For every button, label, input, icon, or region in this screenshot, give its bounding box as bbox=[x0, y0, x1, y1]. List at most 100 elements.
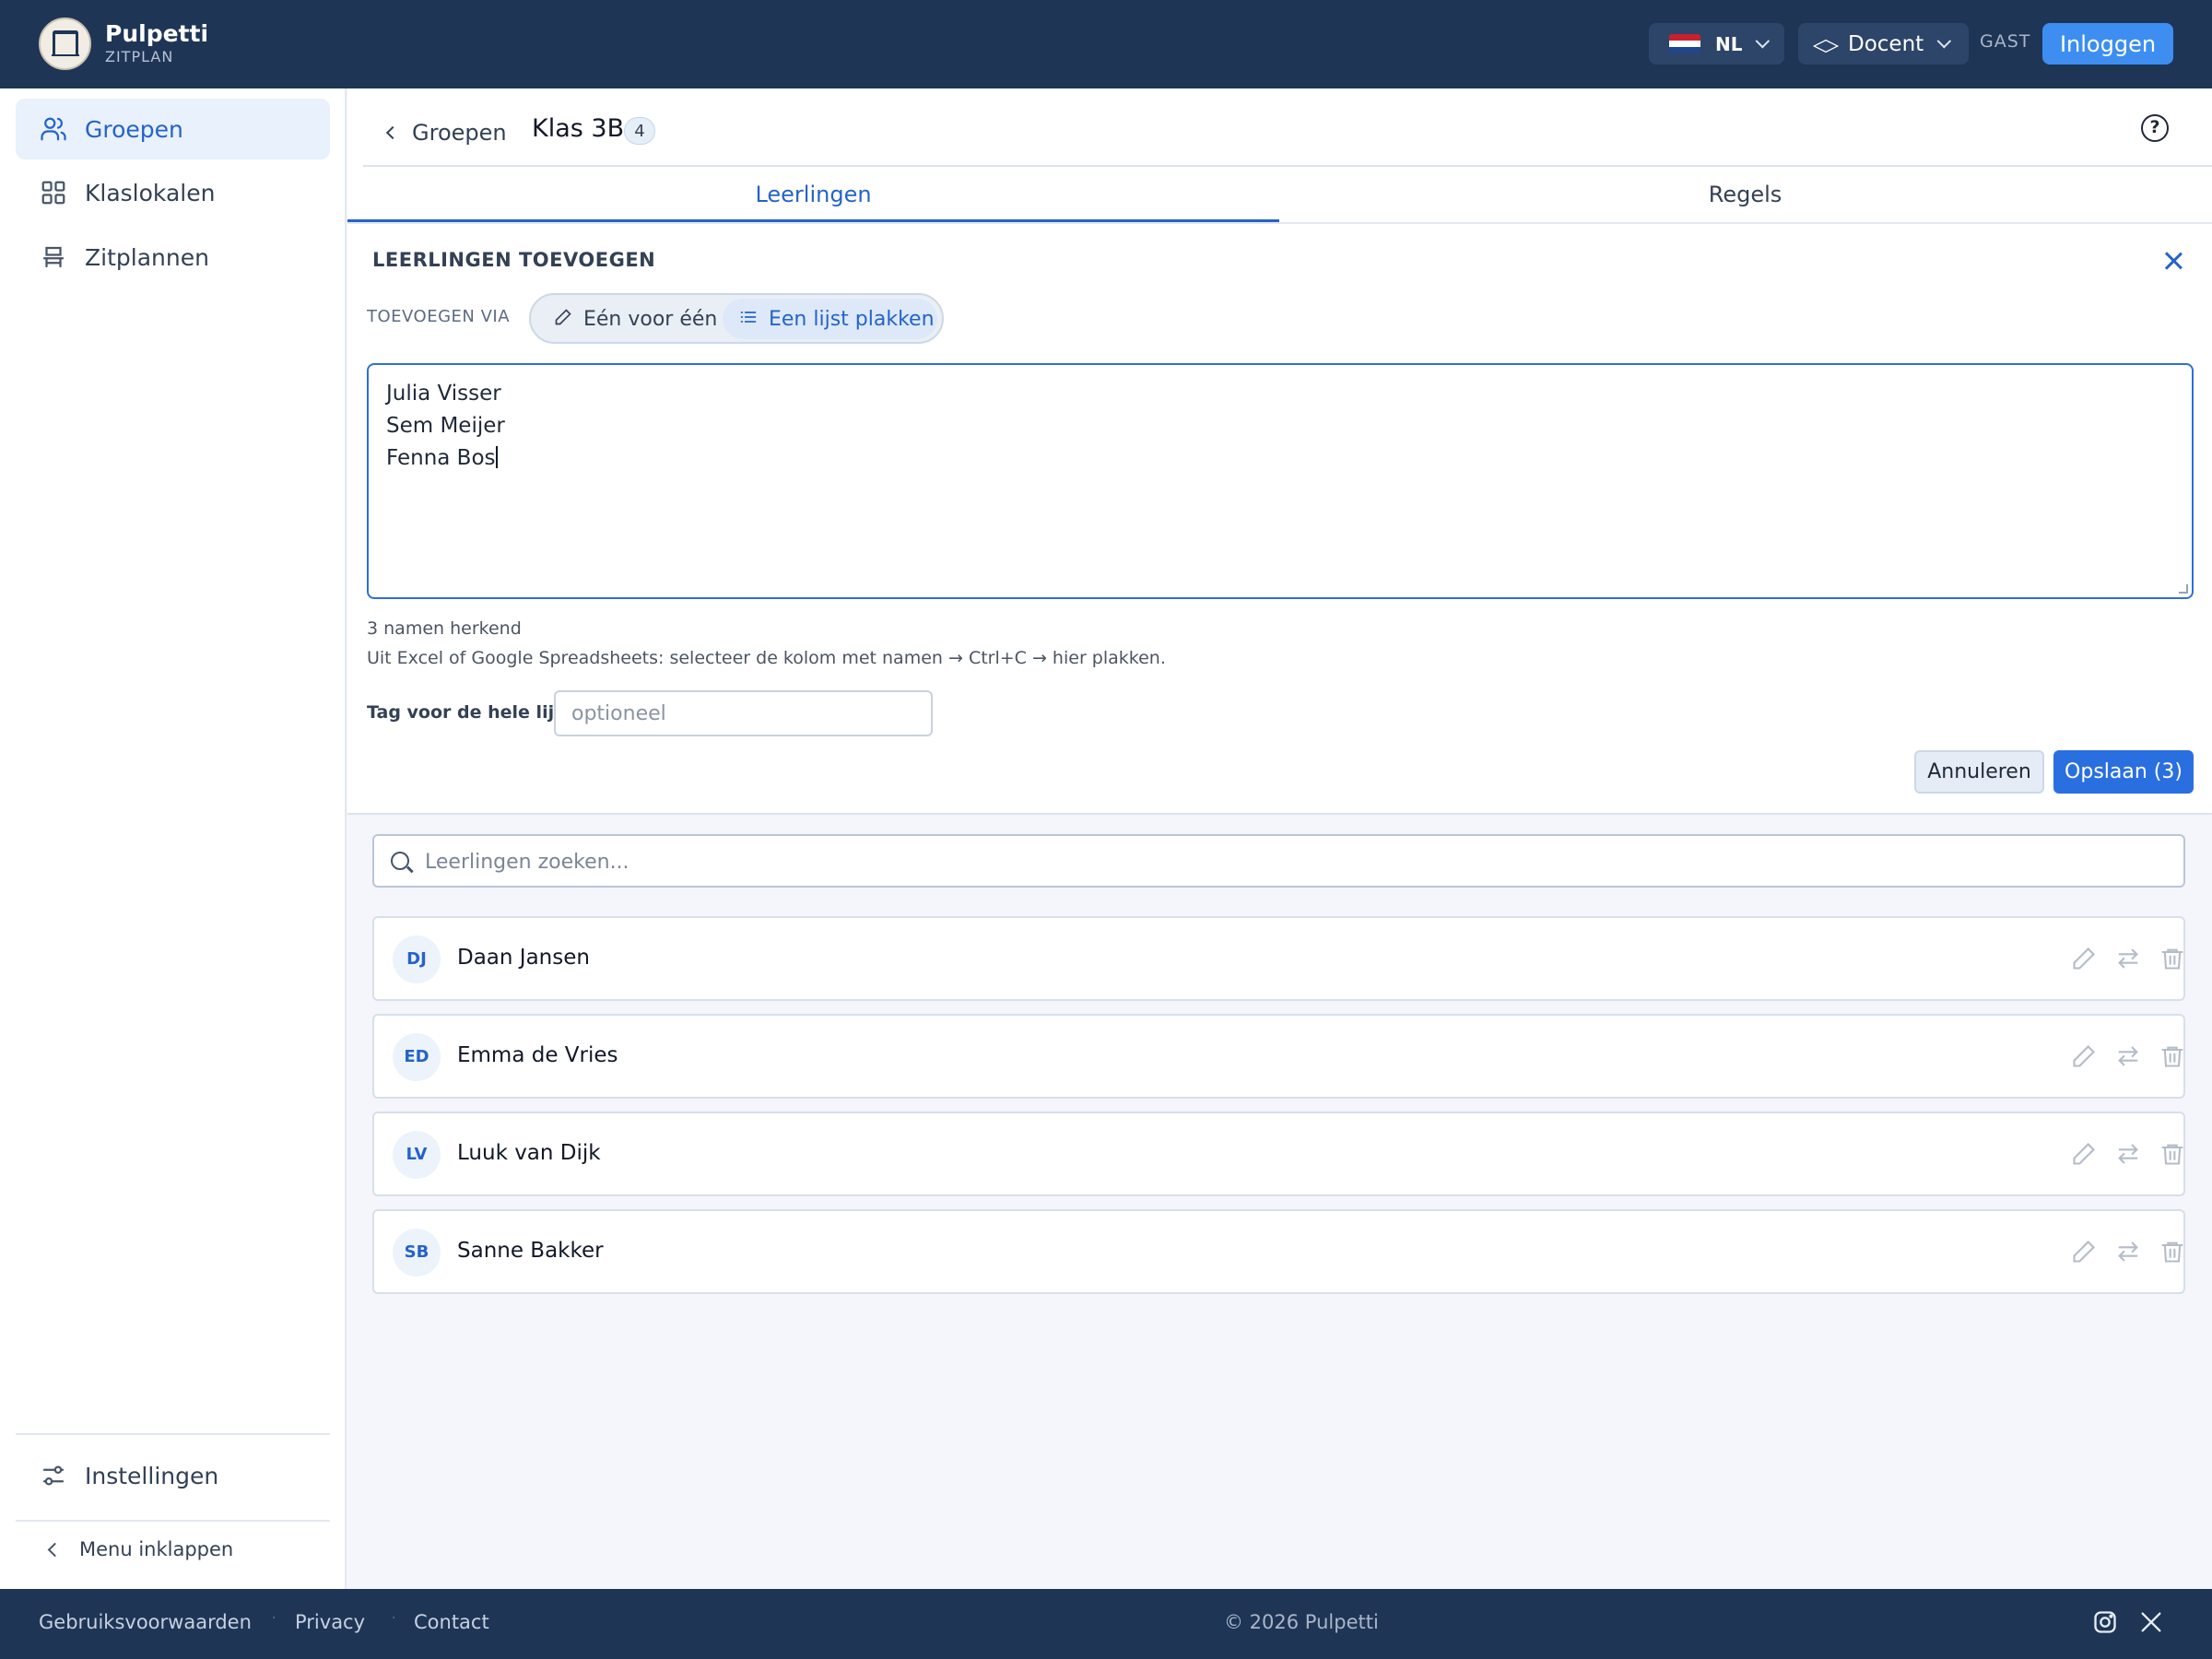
edit-pencil-icon[interactable] bbox=[2071, 1141, 2097, 1167]
brand-subtitle: ZITPLAN bbox=[105, 48, 174, 65]
contact-link[interactable]: Contact bbox=[414, 1611, 489, 1633]
edit-pencil-icon[interactable] bbox=[2071, 946, 2097, 971]
student-search bbox=[372, 834, 2185, 888]
collapse-menu-button[interactable]: Menu inklappen bbox=[16, 1526, 330, 1572]
sidebar-item-groepen[interactable]: Groepen bbox=[16, 99, 330, 159]
help-icon[interactable]: ? bbox=[2141, 114, 2169, 142]
brand-logo[interactable] bbox=[39, 18, 91, 70]
footer-separator: · bbox=[392, 1611, 396, 1626]
pasted-name-line: Fenna Bos bbox=[386, 446, 496, 470]
student-name: Emma de Vries bbox=[457, 1043, 618, 1067]
chevron-down-icon bbox=[1756, 33, 1771, 49]
instagram-icon[interactable] bbox=[2092, 1609, 2118, 1635]
chevron-down-icon bbox=[1936, 33, 1952, 49]
sidebar-item-label: Klaslokalen bbox=[85, 179, 216, 206]
trash-icon[interactable] bbox=[2159, 946, 2185, 971]
top-bar: Pulpetti ZITPLAN NL Docent GAST Inloggen bbox=[0, 0, 2212, 88]
privacy-link[interactable]: Privacy bbox=[295, 1611, 365, 1633]
tag-label: Tag voor de hele lijst bbox=[367, 702, 573, 723]
close-icon[interactable] bbox=[2163, 251, 2183, 271]
x-icon[interactable] bbox=[2138, 1609, 2164, 1635]
graduation-cap-icon bbox=[1815, 37, 1837, 52]
language-selector[interactable]: NL bbox=[1649, 23, 1784, 65]
active-tab-indicator bbox=[347, 219, 1279, 222]
sidebar-item-instellingen[interactable]: Instellingen bbox=[16, 1445, 330, 1506]
trash-icon[interactable] bbox=[2159, 1043, 2185, 1069]
role-label: Docent bbox=[1848, 31, 1924, 56]
mode-single-label: Eén voor één bbox=[583, 307, 718, 331]
users-icon bbox=[41, 117, 66, 141]
student-row[interactable]: LV Luuk van Dijk bbox=[372, 1112, 2185, 1196]
list-icon bbox=[739, 308, 758, 331]
cancel-button[interactable]: Annuleren bbox=[1914, 750, 2044, 794]
paste-hint: Uit Excel of Google Spreadsheets: select… bbox=[367, 648, 1166, 668]
pasted-name-line: Julia Visser bbox=[386, 382, 501, 406]
grid-icon bbox=[41, 181, 65, 205]
search-icon bbox=[391, 852, 409, 870]
sidebar: Groepen Klaslokalen Zitplannen Instellin… bbox=[0, 88, 347, 1589]
group-panel: Groepen Klas 3B 4 ? Leerlingen Regels LE… bbox=[347, 88, 2212, 815]
sidebar-divider bbox=[16, 1433, 330, 1435]
edit-pencil-icon[interactable] bbox=[2071, 1239, 2097, 1265]
collapse-menu-label: Menu inklappen bbox=[79, 1538, 234, 1560]
avatar: SB bbox=[393, 1229, 441, 1277]
login-button[interactable]: Inloggen bbox=[2042, 23, 2173, 65]
sidebar-item-label: Instellingen bbox=[85, 1462, 219, 1489]
footer: Gebruiksvoorwaarden · Privacy · Contact … bbox=[0, 1589, 2212, 1659]
avatar: ED bbox=[393, 1033, 441, 1081]
student-row[interactable]: ED Emma de Vries bbox=[372, 1014, 2185, 1099]
edit-pencil-icon[interactable] bbox=[2071, 1043, 2097, 1069]
copyright: © 2026 Pulpetti bbox=[1224, 1611, 1379, 1633]
save-button[interactable]: Opslaan (3) bbox=[2053, 750, 2194, 794]
sidebar-divider bbox=[16, 1520, 330, 1522]
divider bbox=[347, 222, 2212, 224]
mode-paste-list-button[interactable]: Een lijst plakken bbox=[723, 299, 937, 339]
role-selector[interactable]: Docent bbox=[1798, 23, 1969, 65]
avatar: DJ bbox=[393, 935, 441, 983]
avatar: LV bbox=[393, 1131, 441, 1179]
add-students-title: LEERLINGEN TOEVOEGEN bbox=[372, 249, 656, 271]
trash-icon[interactable] bbox=[2159, 1239, 2185, 1265]
search-input[interactable] bbox=[425, 845, 2167, 878]
footer-separator: · bbox=[272, 1611, 276, 1626]
terms-link[interactable]: Gebruiksvoorwaarden bbox=[39, 1611, 252, 1633]
page-title: Klas 3B bbox=[532, 114, 625, 143]
recognized-count: 3 namen herkend bbox=[367, 618, 522, 639]
student-row[interactable]: DJ Daan Jansen bbox=[372, 916, 2185, 1001]
student-row[interactable]: SB Sanne Bakker bbox=[372, 1209, 2185, 1294]
add-mode-toggle: Eén voor één Een lijst plakken bbox=[529, 293, 944, 344]
move-arrows-icon[interactable] bbox=[2115, 1043, 2141, 1069]
sidebar-item-label: Groepen bbox=[85, 115, 183, 143]
add-via-label: TOEVOEGEN VIA bbox=[367, 307, 511, 326]
tab-leerlingen[interactable]: Leerlingen bbox=[347, 167, 1279, 222]
student-name: Luuk van Dijk bbox=[457, 1141, 601, 1165]
pencil-icon bbox=[554, 308, 572, 331]
main-content: Groepen Klas 3B 4 ? Leerlingen Regels LE… bbox=[347, 88, 2212, 1589]
back-to-groups-link[interactable]: Groepen bbox=[385, 114, 507, 151]
sidebar-item-zitplannen[interactable]: Zitplannen bbox=[16, 227, 330, 288]
mode-single-button[interactable]: Eén voor één bbox=[537, 299, 722, 339]
student-name: Daan Jansen bbox=[457, 946, 590, 970]
chair-icon bbox=[42, 246, 65, 268]
tag-input[interactable] bbox=[554, 690, 933, 736]
chevron-left-icon bbox=[385, 125, 400, 140]
sidebar-item-label: Zitplannen bbox=[85, 243, 209, 271]
move-arrows-icon[interactable] bbox=[2115, 1239, 2141, 1265]
student-count-badge: 4 bbox=[624, 117, 655, 145]
tab-regels[interactable]: Regels bbox=[1279, 167, 2211, 222]
paste-names-textarea[interactable]: Julia Visser Sem Meijer Fenna Bos bbox=[367, 363, 2194, 599]
chevron-left-icon bbox=[47, 1542, 63, 1557]
sidebar-item-klaslokalen[interactable]: Klaslokalen bbox=[16, 162, 330, 223]
resize-handle[interactable] bbox=[2179, 584, 2188, 594]
netherlands-flag-icon bbox=[1669, 33, 1700, 54]
text-caret bbox=[495, 446, 498, 468]
trash-icon[interactable] bbox=[2159, 1141, 2185, 1167]
move-arrows-icon[interactable] bbox=[2115, 1141, 2141, 1167]
guest-label: GAST bbox=[1980, 31, 2031, 52]
breadcrumb-label: Groepen bbox=[412, 120, 507, 146]
pasted-name-line: Sem Meijer bbox=[386, 414, 505, 438]
brand-name: Pulpetti bbox=[105, 20, 209, 47]
student-name: Sanne Bakker bbox=[457, 1239, 604, 1263]
move-arrows-icon[interactable] bbox=[2115, 946, 2141, 971]
sliders-icon bbox=[42, 1465, 65, 1486]
